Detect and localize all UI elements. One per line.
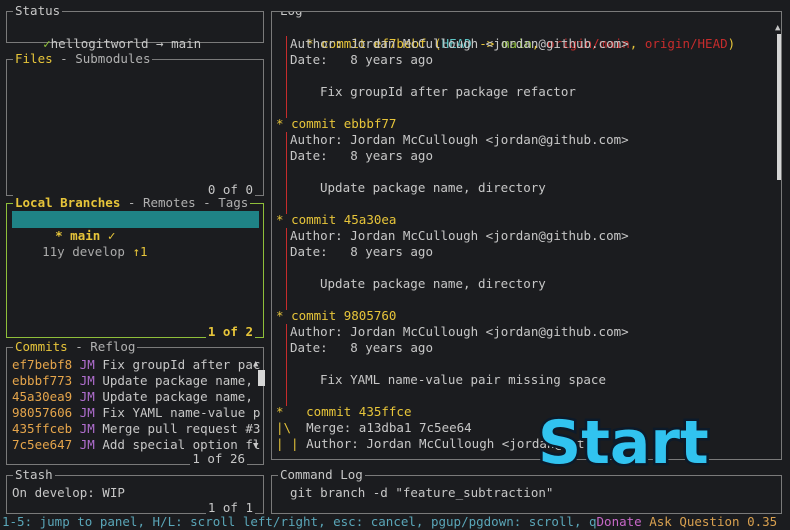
log-title: Log [278, 12, 305, 19]
log-panel[interactable]: Log * commit ef7bebf (HEAD -> main, orig… [271, 11, 782, 460]
branch-age: 11y [42, 244, 65, 259]
log-commit-line: * commit 435ffce [276, 404, 412, 419]
commit-sha: 9805760 [343, 308, 397, 323]
graph-line [286, 228, 287, 310]
tab-submodules[interactable]: Submodules [75, 51, 150, 66]
repo-name: hellogitworld [50, 36, 149, 51]
command-entry: git branch -d "feature_subtraction" [290, 485, 554, 500]
tab-remotes[interactable]: Remotes [143, 195, 196, 210]
log-date: Date: 8 years ago [290, 244, 433, 259]
log-author: Author: Jordan McCullough <jordan@github… [290, 36, 629, 51]
log-date: Date: 8 years ago [290, 340, 433, 355]
graph-line [286, 324, 287, 406]
log-message: Fix YAML name-value pair missing space [320, 372, 606, 387]
current-branch: main [171, 36, 202, 51]
stash-panel[interactable]: Stash On develop: WIP 1 of 1 [6, 467, 264, 515]
log-commit-line: * commit ebbbf77 [276, 116, 397, 131]
commit-row[interactable]: ebbbf773 JM Update package name, [12, 373, 253, 389]
clean-check-icon: ✓ [43, 36, 51, 51]
log-scrollbar[interactable] [777, 34, 781, 180]
log-date: Date: 8 years ago [290, 52, 433, 67]
commit-row[interactable]: ef7bebf8 JM Fix groupId after pac [12, 357, 260, 373]
log-commit-line: * commit 45a30ea [276, 212, 397, 227]
remote-head-ref: origin/HEAD [644, 36, 728, 51]
commit-sha: 45a30ea [343, 212, 397, 227]
log-date: Date: 8 years ago [290, 148, 433, 163]
log-message: Update package name, directory [320, 276, 546, 291]
commits-scrollbar[interactable] [258, 370, 265, 386]
branch-name: develop [72, 244, 125, 259]
commit-row[interactable]: 435ffceb JM Merge pull request #3 [12, 421, 260, 437]
log-message: Update package name, directory [320, 180, 546, 195]
graph-line [286, 132, 287, 214]
commits-count: 1 of 26 [190, 451, 247, 466]
commit-row[interactable]: 98057606 JM Fix YAML name-value p [12, 405, 260, 421]
donate-link[interactable]: Donate [597, 514, 642, 529]
tab-commits[interactable]: Commits [15, 339, 68, 354]
command-log-title: Command Log [278, 467, 365, 483]
arrow-icon: → [156, 36, 164, 51]
log-author: Author: Jordan McCullough <jordan@github… [290, 132, 629, 147]
ahead-icon: ↑1 [132, 244, 148, 259]
log-author: Author: Jordan McCullough <jordan@github… [290, 324, 629, 339]
commit-sha: 435ffce [358, 404, 412, 419]
log-author: Author: Jordan McCullough <jordan@github… [290, 228, 629, 243]
stash-title: Stash [13, 467, 55, 483]
branch-row-develop[interactable]: 11y develop ↑1 [12, 228, 148, 276]
files-panel[interactable]: Files - Submodules 0 of 0 [6, 51, 264, 197]
ask-question-link[interactable]: Ask Question [649, 514, 739, 529]
log-merge: |\ Merge: a13dba1 7c5ee64 [276, 420, 472, 435]
log-commit-line: * commit 9805760 [276, 308, 397, 323]
command-log-panel: Command Log git branch -d "feature_subtr… [271, 467, 782, 514]
commit-sha: ebbbf77 [343, 116, 397, 131]
keybindings-hint: 1-5: jump to panel, H/L: scroll left/rig… [2, 514, 597, 529]
status-title: Status [13, 3, 63, 19]
tab-local-branches[interactable]: Local Branches [15, 195, 120, 210]
tab-reflog[interactable]: Reflog [90, 339, 135, 354]
branches-panel[interactable]: Local Branches - Remotes - Tags * main ✓… [6, 195, 264, 339]
status-panel[interactable]: Status ✓hellogitworld → main [6, 3, 264, 51]
tab-files[interactable]: Files [15, 51, 53, 66]
branches-count: 1 of 2 [205, 324, 255, 339]
scroll-down-icon[interactable]: ▼ [253, 438, 258, 454]
version-label: 0.35 [747, 514, 778, 529]
start-overlay: Start [536, 406, 712, 481]
tab-tags[interactable]: Tags [218, 195, 248, 210]
stash-entry[interactable]: On develop: WIP [12, 485, 125, 501]
stash-count: 1 of 1 [205, 500, 255, 515]
commit-row[interactable]: 45a30ea9 JM Update package name, [12, 389, 253, 405]
commits-panel[interactable]: Commits - Reflog ef7bebf8 JM Fix groupId… [6, 339, 265, 466]
log-message: Fix groupId after package refactor [320, 84, 576, 99]
